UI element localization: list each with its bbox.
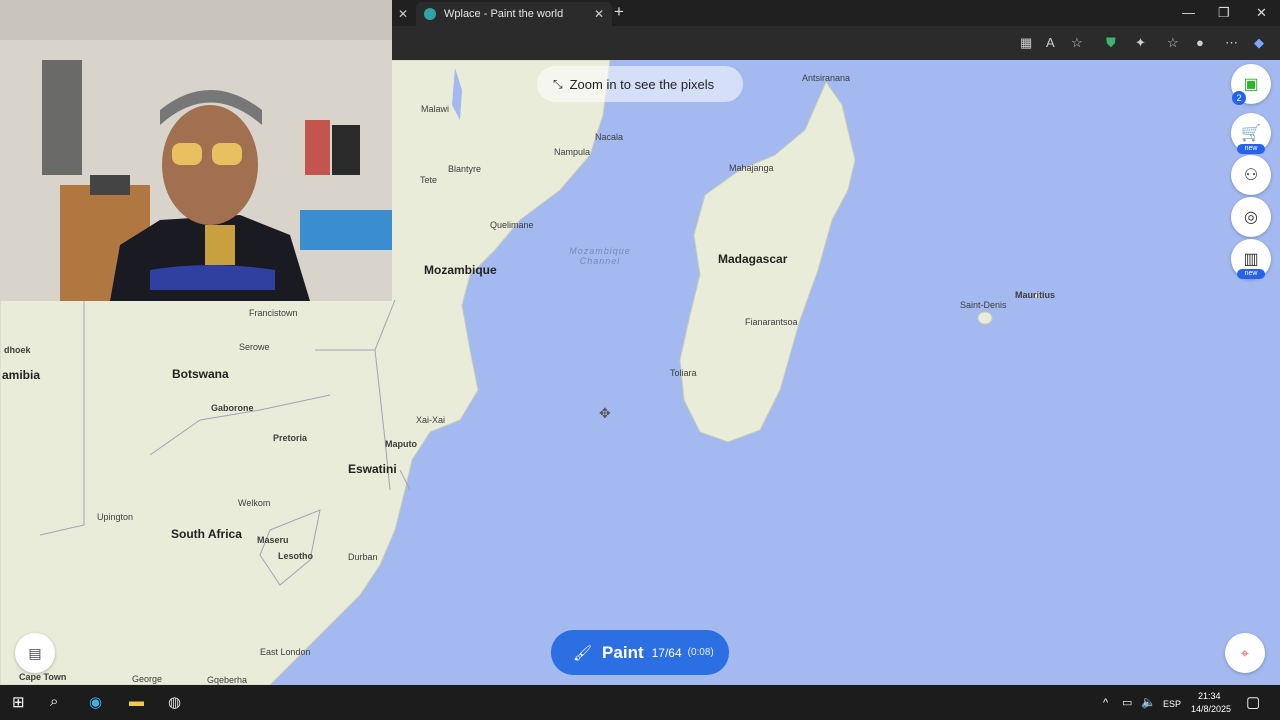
label-mauritius: Mauritius [1015, 290, 1056, 300]
webcam-scene-image [0, 0, 392, 301]
label-south-africa: South Africa [171, 527, 242, 541]
label-botswana: Botswana [172, 367, 229, 381]
leaderboard-icon: ▥ [1243, 251, 1259, 268]
label-gaborone: Gaborone [211, 403, 254, 413]
label-fianarantsoa: Fianarantsoa [745, 317, 798, 327]
label-quelimane: Quelimane [490, 220, 534, 230]
crosshair-icon: ⌖ [1241, 644, 1249, 661]
store-new-badge: new [1237, 144, 1265, 154]
brush-icon: 🖌 [573, 644, 593, 662]
favorite-star-icon[interactable]: ☆ [1071, 35, 1083, 51]
label-maseru: Maseru [257, 535, 289, 545]
restore-button[interactable]: ❐ [1218, 5, 1230, 21]
label-durban: Durban [348, 552, 378, 562]
label-serowe: Serowe [239, 342, 270, 352]
zoom-hint-text: Zoom in to see the pixels [569, 76, 715, 92]
app-available-icon[interactable]: ▦ [1020, 35, 1032, 51]
language-indicator[interactable]: ESP [1163, 699, 1181, 709]
label-cape-town: Cape Town [19, 672, 67, 682]
label-mozambique-channel: Mozambique Channel [569, 246, 631, 266]
notifications-icon[interactable]: ▢ [1246, 693, 1260, 711]
label-pretoria: Pretoria [273, 433, 308, 443]
clock-date[interactable]: 14/8/2025 [1191, 704, 1231, 714]
label-nacala: Nacala [595, 132, 624, 142]
tab-close-button[interactable]: ✕ [594, 7, 604, 21]
label-welkom: Welkom [238, 498, 271, 508]
new-tab-button[interactable]: + [614, 2, 624, 22]
label-antsiranana: Antsiranana [802, 73, 851, 83]
leaderboard-new-badge: new [1237, 269, 1265, 279]
label-xai-xai: Xai-Xai [416, 415, 446, 425]
label-east-london: East London [260, 647, 311, 657]
extensions-icon[interactable]: ✦ [1135, 35, 1146, 51]
label-saint-denis: Saint-Denis [960, 300, 1007, 310]
label-toliara: Toliara [670, 368, 697, 378]
zoom-expand-icon: ⤡ [553, 76, 563, 91]
label-mozambique: Mozambique [424, 263, 497, 277]
paint-timer: (0:08) [687, 647, 714, 658]
locate-button[interactable]: ⌖ [1225, 633, 1265, 673]
pixel-avatar-icon: ▣ [1243, 76, 1259, 93]
label-tete: Tete [420, 175, 438, 185]
label-namibia: amibia [2, 368, 41, 382]
paint-button[interactable]: 🖌 Paint 17/64 (0:08) [551, 630, 729, 675]
move-cursor-icon: ✥ [599, 405, 611, 421]
map-style-button[interactable]: ▤ [15, 633, 55, 673]
label-francistown: Francistown [249, 308, 298, 318]
volume-icon[interactable]: 🔈 [1141, 695, 1156, 709]
zoom-hint-banner: ⤡ Zoom in to see the pixels [537, 66, 743, 102]
explore-button[interactable]: ◎ [1231, 197, 1271, 237]
previous-tab-close-button[interactable]: ✕ [398, 2, 408, 26]
label-eswatini: Eswatini [348, 462, 397, 476]
cart-icon: 🛒 [1241, 125, 1261, 142]
search-icon[interactable]: ⌕ [50, 693, 58, 710]
label-nampula: Nampula [554, 147, 591, 157]
minimize-button[interactable]: — [1182, 5, 1195, 20]
close-window-button[interactable]: ✕ [1256, 5, 1267, 21]
copilot-icon[interactable]: ◆ [1254, 35, 1264, 51]
layers-icon: ▤ [28, 644, 42, 661]
label-lesotho: Lesotho [278, 551, 313, 561]
label-george: George [132, 674, 163, 684]
network-icon[interactable]: ▭ [1122, 696, 1132, 709]
windows-taskbar: ⊞ ⌕ ◉ ▬ ◍ ^ ▭ 🔈 ESP 21:34 14/8/2025 ▢ [0, 685, 1280, 720]
read-aloud-icon[interactable]: A [1046, 35, 1055, 50]
webcam-overlay [0, 0, 392, 301]
more-options-icon[interactable]: ⋯ [1225, 35, 1238, 51]
tab-title: Wplace - Paint the world [444, 8, 564, 20]
obs-recorder-icon[interactable]: ◍ [168, 693, 181, 711]
label-blantyre: Blantyre [448, 164, 482, 174]
label-maputo: Maputo [385, 439, 417, 449]
clock-time[interactable]: 21:34 [1198, 691, 1221, 701]
windows-start-icon[interactable]: ⊞ [12, 693, 25, 711]
label-mahajanga: Mahajanga [729, 163, 774, 173]
group-icon: ⚇ [1243, 167, 1259, 184]
label-malawi: Malawi [421, 104, 450, 114]
alliance-button[interactable]: ⚇ [1231, 155, 1271, 195]
label-upington: Upington [97, 512, 134, 522]
edge-browser-icon[interactable]: ◉ [89, 693, 102, 711]
wplace-favicon-icon [424, 8, 436, 20]
label-windhoek: dhoek [4, 345, 31, 355]
paint-label: Paint [602, 642, 644, 662]
profile-icon[interactable]: ● [1196, 35, 1204, 50]
globe-search-icon: ◎ [1244, 209, 1258, 226]
paint-charges: 17/64 [651, 645, 682, 660]
reunion-island [977, 311, 993, 325]
label-madagascar: Madagascar [718, 252, 788, 266]
favorites-icon[interactable]: ☆ [1167, 35, 1179, 51]
avatar-level-badge: 2 [1232, 91, 1246, 105]
file-explorer-icon[interactable]: ▬ [129, 693, 144, 710]
tab-wplace[interactable]: Wplace - Paint the world ✕ [416, 2, 612, 26]
tray-chevron-icon[interactable]: ^ [1103, 697, 1108, 709]
extension-shield-icon[interactable]: ⛊ [1106, 35, 1116, 51]
label-gqeberha: Gqeberha [207, 675, 248, 685]
